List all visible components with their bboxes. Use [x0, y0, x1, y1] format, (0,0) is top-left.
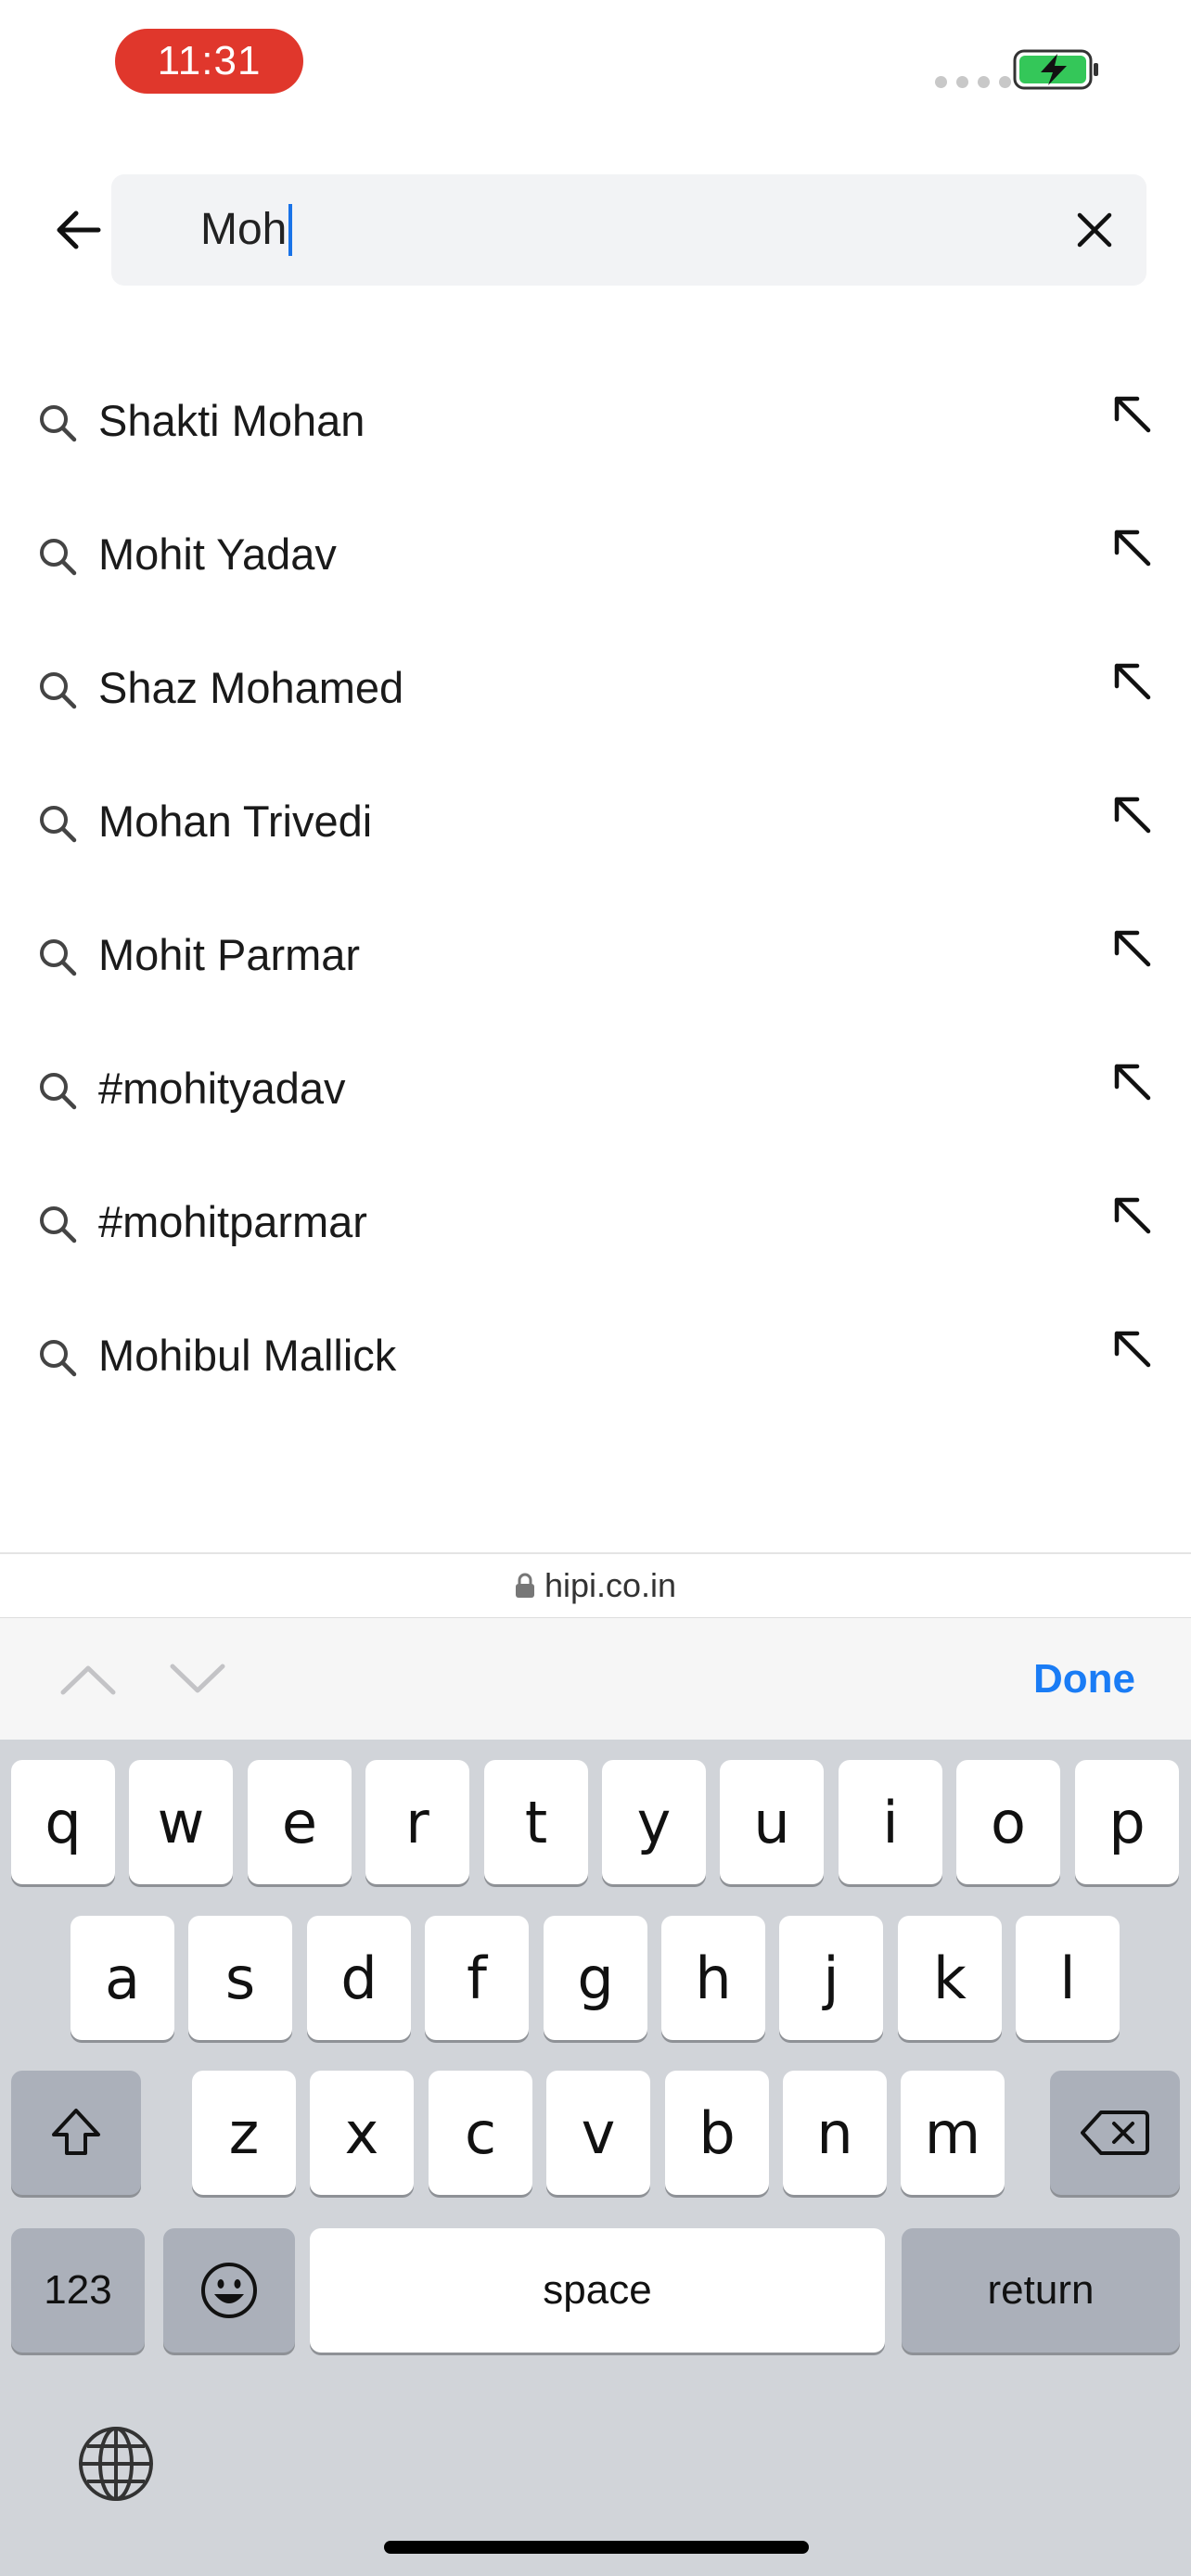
- text-caret: [288, 204, 293, 256]
- key-e[interactable]: e: [248, 1760, 352, 1884]
- key-n[interactable]: n: [783, 2071, 887, 2195]
- battery-charging-icon: [1013, 49, 1098, 90]
- search-input[interactable]: Moh: [111, 174, 1146, 286]
- key-r[interactable]: r: [365, 1760, 469, 1884]
- keyboard-accessory-bar: Done: [0, 1617, 1191, 1740]
- delete-key[interactable]: [1050, 2071, 1180, 2195]
- key-d[interactable]: d: [307, 1916, 411, 2040]
- arrow-up-left-icon[interactable]: [1109, 1326, 1154, 1371]
- key-l[interactable]: l: [1016, 1916, 1120, 2040]
- suggestion-label: Mohan Trivedi: [98, 797, 373, 846]
- key-q[interactable]: q: [11, 1760, 115, 1884]
- on-screen-keyboard: qwertyuiop asdfghjkl zxcvbnm 123 space ret…: [0, 1740, 1191, 2576]
- key-f[interactable]: f: [425, 1916, 529, 2040]
- emoji-icon: [201, 2263, 257, 2318]
- key-b[interactable]: b: [665, 2071, 769, 2195]
- suggestion-item[interactable]: Mohit Yadav: [0, 488, 1191, 621]
- key-m[interactable]: m: [901, 2071, 1005, 2195]
- lock-icon: [515, 1573, 534, 1598]
- back-button[interactable]: [45, 197, 111, 263]
- suggestion-label: Mohit Parmar: [98, 930, 361, 979]
- key-u[interactable]: u: [720, 1760, 824, 1884]
- suggestion-label: Mohit Yadav: [98, 529, 337, 579]
- done-button[interactable]: Done: [1033, 1618, 1135, 1741]
- key-c[interactable]: c: [429, 2071, 532, 2195]
- key-k[interactable]: k: [898, 1916, 1002, 2040]
- key-i[interactable]: i: [839, 1760, 942, 1884]
- suggestion-label: #mohityadav: [98, 1064, 346, 1113]
- key-h[interactable]: h: [661, 1916, 765, 2040]
- signal-icon: [935, 76, 1011, 88]
- chevron-up-icon[interactable]: [56, 1653, 121, 1705]
- numbers-key[interactable]: 123: [11, 2228, 145, 2353]
- suggestion-item[interactable]: #mohityadav: [0, 1022, 1191, 1155]
- key-w[interactable]: w: [129, 1760, 233, 1884]
- suggestion-item[interactable]: Mohan Trivedi: [0, 755, 1191, 888]
- globe-icon[interactable]: [76, 2424, 156, 2504]
- key-t[interactable]: t: [484, 1760, 588, 1884]
- search-icon: [40, 939, 77, 976]
- suggestion-label: Shaz Mohamed: [98, 663, 404, 712]
- suggestion-label: #mohitparmar: [98, 1197, 367, 1246]
- search-icon: [40, 1073, 77, 1110]
- backspace-icon: [1081, 2111, 1149, 2155]
- arrow-up-left-icon[interactable]: [1109, 391, 1154, 436]
- search-icon: [40, 405, 77, 442]
- key-p[interactable]: p: [1075, 1760, 1179, 1884]
- close-icon: [1077, 212, 1112, 248]
- suggestion-item[interactable]: Mohit Parmar: [0, 888, 1191, 1022]
- search-query: Moh: [200, 205, 288, 254]
- emoji-key[interactable]: [163, 2228, 295, 2353]
- suggestion-list: Shakti Mohan Mohit Yadav Shaz Mohamed Mohan…: [0, 354, 1191, 1422]
- key-x[interactable]: x: [310, 2071, 414, 2195]
- search-icon: [40, 1206, 77, 1243]
- arrow-up-left-icon[interactable]: [1109, 525, 1154, 569]
- return-key[interactable]: return: [902, 2228, 1180, 2353]
- key-v[interactable]: v: [546, 2071, 650, 2195]
- search-icon: [40, 539, 77, 576]
- suggestion-item[interactable]: #mohitparmar: [0, 1155, 1191, 1289]
- suggestion-item[interactable]: Shakti Mohan: [0, 354, 1191, 488]
- suggestion-item[interactable]: Mohibul Mallick: [0, 1289, 1191, 1422]
- search-icon: [40, 672, 77, 709]
- arrow-up-left-icon[interactable]: [1109, 925, 1154, 970]
- space-key[interactable]: space: [310, 2228, 885, 2353]
- arrow-up-left-icon[interactable]: [1109, 1059, 1154, 1103]
- home-indicator: [384, 2541, 809, 2554]
- search-icon: [40, 1340, 77, 1377]
- key-z[interactable]: z: [192, 2071, 296, 2195]
- key-a[interactable]: a: [70, 1916, 174, 2040]
- status-bar: 11:31: [0, 0, 1191, 130]
- arrow-up-left-icon[interactable]: [1109, 1192, 1154, 1237]
- chevron-down-icon[interactable]: [165, 1653, 230, 1705]
- arrow-up-left-icon[interactable]: [1109, 792, 1154, 836]
- key-g[interactable]: g: [544, 1916, 647, 2040]
- suggestion-label: Shakti Mohan: [98, 396, 365, 445]
- shift-key[interactable]: [11, 2071, 141, 2195]
- key-s[interactable]: s: [188, 1916, 292, 2040]
- status-time: 11:31: [115, 29, 303, 94]
- arrow-up-left-icon[interactable]: [1109, 658, 1154, 703]
- arrow-left-icon: [57, 210, 101, 249]
- url-bar[interactable]: hipi.co.in: [0, 1552, 1191, 1617]
- key-j[interactable]: j: [779, 1916, 883, 2040]
- suggestion-item[interactable]: Shaz Mohamed: [0, 621, 1191, 755]
- suggestion-label: Mohibul Mallick: [98, 1331, 397, 1380]
- clear-search-button[interactable]: [1067, 202, 1122, 258]
- key-o[interactable]: o: [956, 1760, 1060, 1884]
- shift-icon: [52, 2109, 100, 2155]
- url-domain: hipi.co.in: [544, 1566, 677, 1604]
- search-icon: [40, 806, 77, 843]
- key-y[interactable]: y: [602, 1760, 706, 1884]
